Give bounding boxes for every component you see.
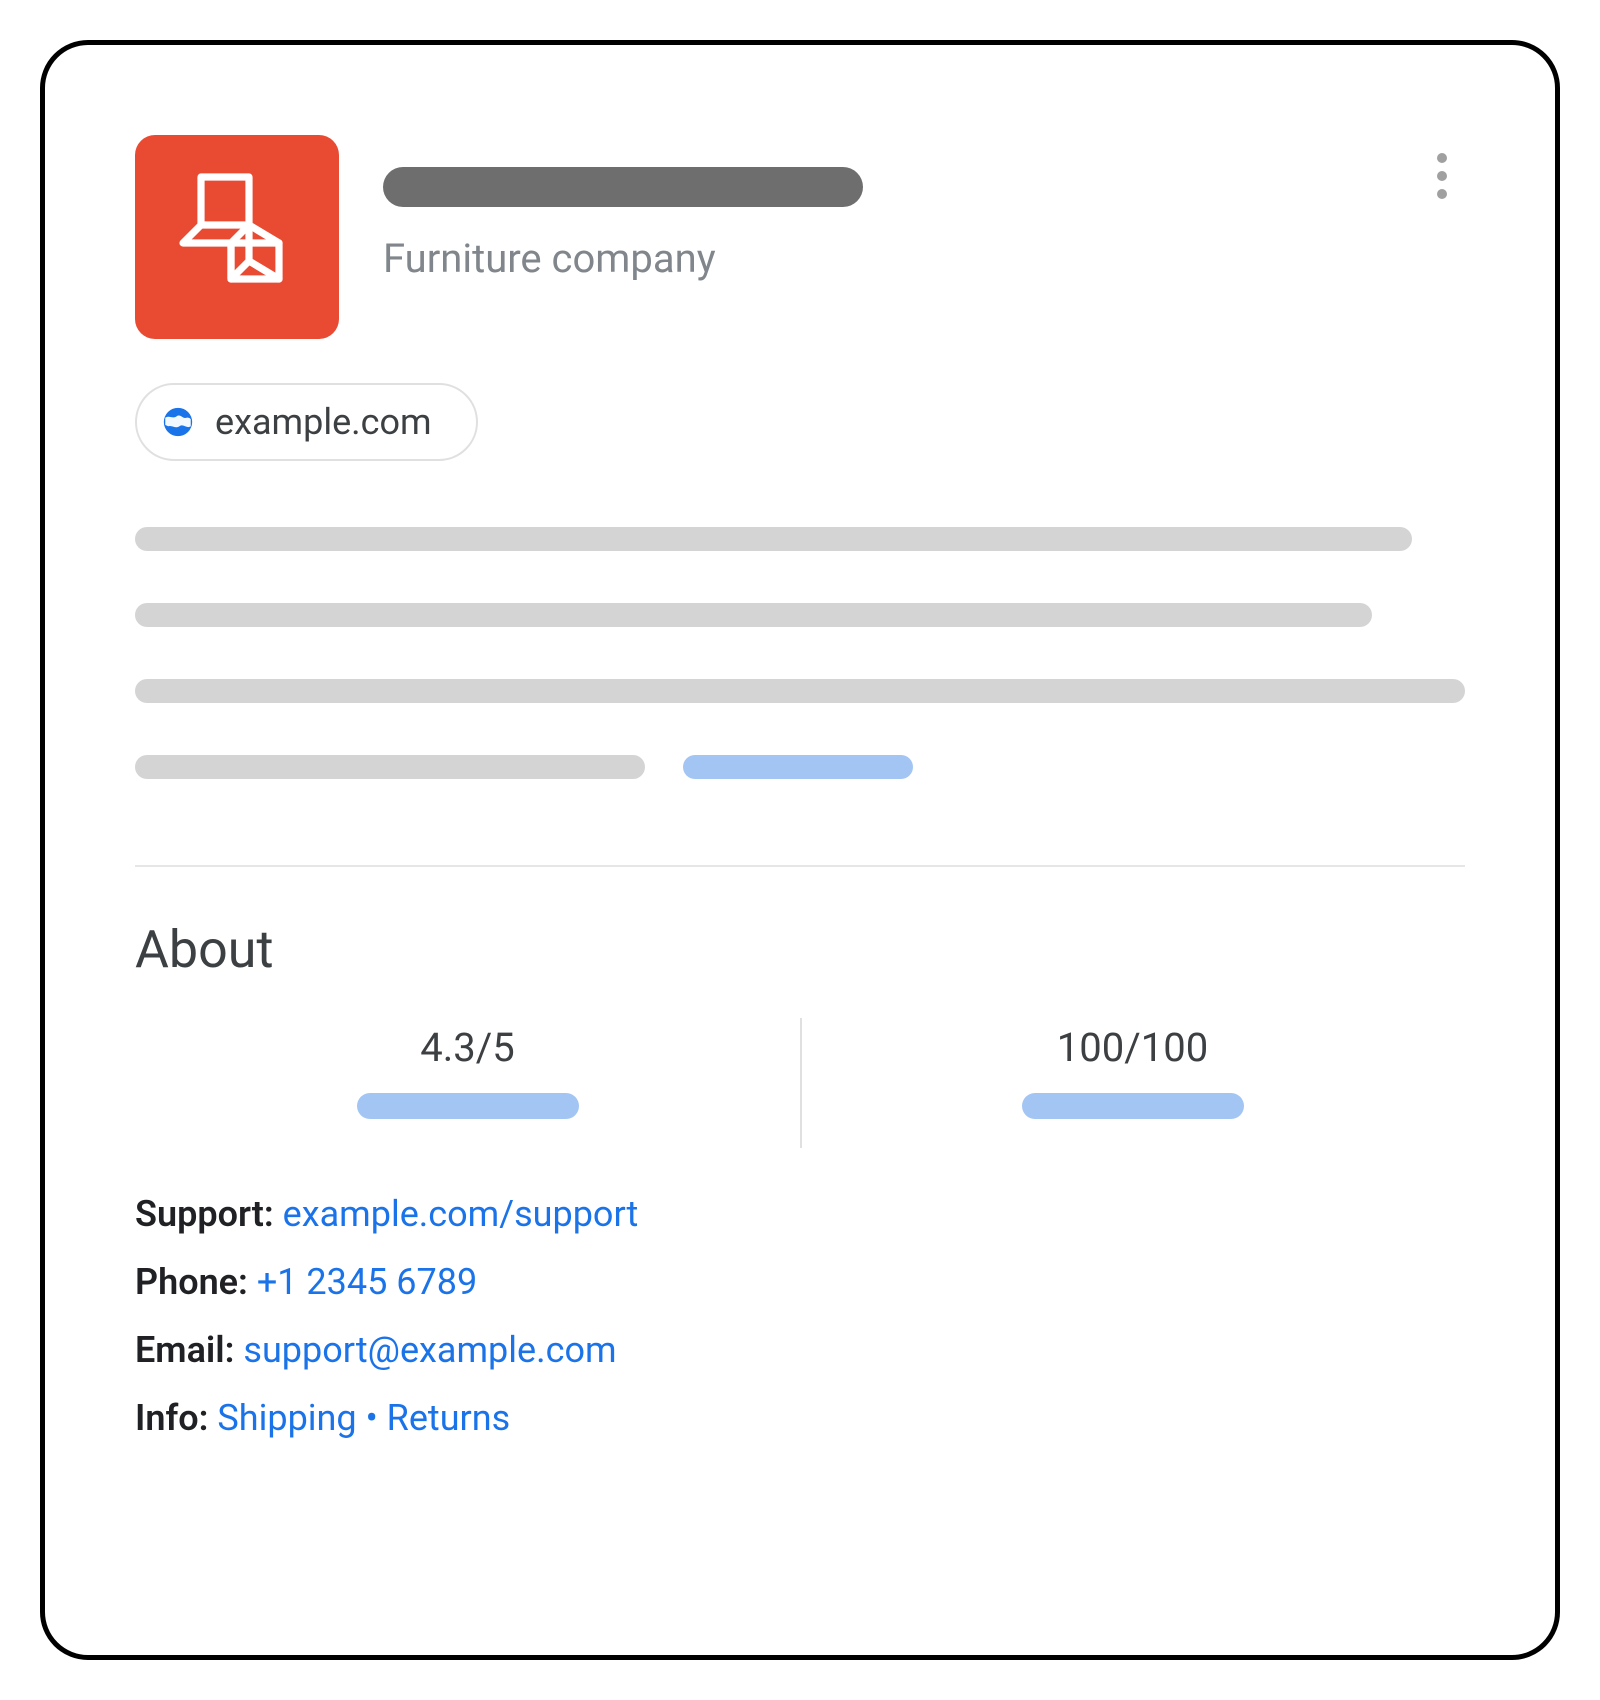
company-category: Furniture company — [383, 235, 1465, 282]
phone-link[interactable]: +1 2345 6789 — [257, 1261, 477, 1303]
shipping-link[interactable]: Shipping — [217, 1397, 356, 1439]
returns-link[interactable]: Returns — [387, 1397, 511, 1439]
info-label: Info: — [135, 1397, 217, 1439]
ratings-separator — [800, 1018, 802, 1148]
email-line: Email: support@example.com — [135, 1329, 1465, 1371]
placeholder-last-row — [135, 755, 1465, 779]
rating-right-column: 100/100 — [800, 1024, 1465, 1119]
description-placeholder-block — [135, 527, 1465, 779]
placeholder-line — [135, 679, 1465, 703]
rating-left-value: 4.3/5 — [420, 1024, 515, 1071]
rating-right-value: 100/100 — [1057, 1024, 1208, 1071]
about-heading: About — [135, 919, 1465, 980]
contact-block: Support: example.com/support Phone: +1 2… — [135, 1193, 1465, 1439]
placeholder-link[interactable] — [683, 755, 913, 779]
panel-header: Furniture company — [135, 135, 1465, 339]
phone-label: Phone: — [135, 1261, 257, 1303]
support-link[interactable]: example.com/support — [283, 1193, 639, 1235]
website-domain-text: example.com — [215, 401, 432, 443]
support-line: Support: example.com/support — [135, 1193, 1465, 1235]
header-text-block: Furniture company — [383, 135, 1465, 282]
website-chip[interactable]: example.com — [135, 383, 478, 461]
company-name-placeholder — [383, 167, 863, 207]
info-line: Info: Shipping • Returns — [135, 1397, 1465, 1439]
placeholder-line-short — [135, 755, 645, 779]
knowledge-panel-card: Furniture company example.com About 4.3/… — [40, 40, 1560, 1660]
email-label: Email: — [135, 1329, 243, 1371]
info-separator: • — [366, 1397, 387, 1439]
rating-left-label-placeholder — [357, 1093, 579, 1119]
email-link[interactable]: support@example.com — [243, 1329, 616, 1371]
rating-right-label-placeholder — [1022, 1093, 1244, 1119]
company-logo — [135, 135, 339, 339]
ratings-row: 4.3/5 100/100 — [135, 1024, 1465, 1119]
chair-icon — [177, 162, 297, 312]
globe-icon — [161, 405, 195, 439]
placeholder-line — [135, 527, 1412, 551]
rating-left-column: 4.3/5 — [135, 1024, 800, 1119]
phone-line: Phone: +1 2345 6789 — [135, 1261, 1465, 1303]
more-options-button[interactable] — [1429, 145, 1455, 207]
section-divider — [135, 865, 1465, 867]
placeholder-line — [135, 603, 1372, 627]
support-label: Support: — [135, 1193, 283, 1235]
